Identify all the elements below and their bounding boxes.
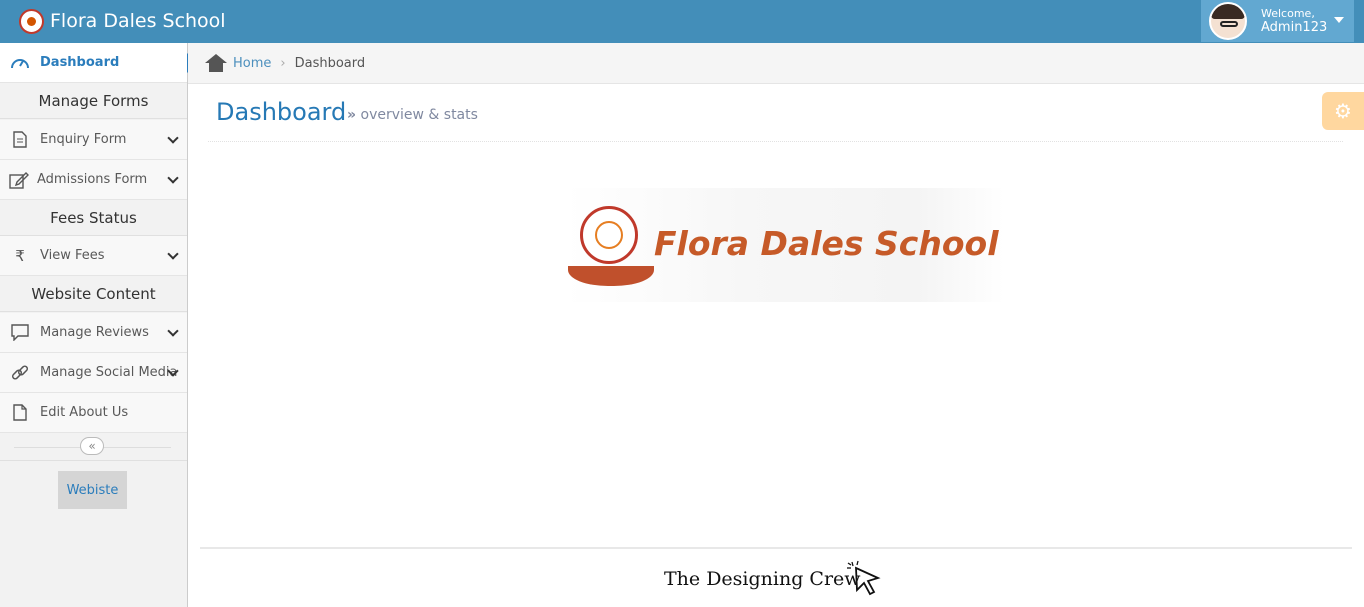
section-website-content: Website Content xyxy=(0,276,187,312)
sidebar-item-admissions-form[interactable]: Admissions Form xyxy=(0,160,187,200)
username: Admin123 xyxy=(1261,20,1328,35)
page-subtitle: » overview & stats xyxy=(347,107,478,123)
file-text-icon xyxy=(0,131,40,148)
breadcrumb-current: Dashboard xyxy=(294,55,366,71)
user-menu[interactable]: Welcome, Admin123 xyxy=(1201,0,1354,42)
footer-brand: The Designing Crew xyxy=(664,568,861,590)
sidebar-item-label: Manage Social Media xyxy=(40,365,178,380)
sidebar-item-label: Manage Reviews xyxy=(40,325,149,340)
breadcrumb-home-link[interactable]: Home xyxy=(233,56,271,71)
sidebar-collapse: « xyxy=(0,434,187,461)
sidebar-item-edit-about-us[interactable]: Edit About Us xyxy=(0,393,187,433)
chevron-down-icon xyxy=(167,325,179,337)
avatar xyxy=(1209,2,1247,40)
sidebar-item-view-fees[interactable]: ₹ View Fees xyxy=(0,236,187,276)
file-icon xyxy=(0,404,40,421)
caret-down-icon xyxy=(1334,17,1344,23)
page-title: Dashboard xyxy=(216,98,347,126)
page-subtitle-text: overview & stats xyxy=(360,107,478,123)
sidebar-item-label: Admissions Form xyxy=(37,172,148,187)
navbar: Flora Dales School Welcome, Admin123 xyxy=(0,0,1364,43)
sidebar: Dashboard Manage Forms Enquiry Form Admi… xyxy=(0,43,197,607)
home-icon xyxy=(205,54,227,72)
school-seal-icon xyxy=(580,206,638,264)
brand-name: Flora Dales School xyxy=(50,10,226,32)
welcome-label: Welcome, xyxy=(1261,7,1315,20)
tachometer-icon xyxy=(0,55,40,71)
sidebar-item-dashboard[interactable]: Dashboard xyxy=(0,43,197,83)
welcome-text: Welcome, Admin123 xyxy=(1261,7,1327,35)
sidebar-item-label: Enquiry Form xyxy=(40,132,127,147)
settings-button[interactable]: ⚙ xyxy=(1322,92,1364,130)
breadcrumb: Home › Dashboard xyxy=(188,43,1364,84)
sidebar-item-manage-reviews[interactable]: Manage Reviews xyxy=(0,313,187,353)
double-angle-right-icon: » xyxy=(347,107,357,123)
section-fees-status: Fees Status xyxy=(0,200,187,236)
rupee-icon: ₹ xyxy=(15,246,25,265)
gear-icon: ⚙ xyxy=(1334,99,1352,123)
edit-icon xyxy=(0,171,37,189)
chevron-down-icon xyxy=(167,132,179,144)
sidebar-item-label: Edit About Us xyxy=(40,405,129,420)
divider xyxy=(208,141,1343,142)
school-banner: Flora Dales School xyxy=(566,188,1004,302)
cursor-click-icon xyxy=(847,560,881,596)
link-icon xyxy=(0,364,40,382)
sidebar-item-label: View Fees xyxy=(40,248,105,263)
sidebar-item-label: Dashboard xyxy=(40,55,120,70)
footer-divider xyxy=(200,547,1352,549)
chevron-down-icon xyxy=(167,172,179,184)
section-manage-forms: Manage Forms xyxy=(0,83,187,119)
school-logo-icon xyxy=(19,8,44,34)
chevron-right-icon: › xyxy=(280,55,286,71)
banner-school-name: Flora Dales School xyxy=(654,224,999,263)
brand-link[interactable]: Flora Dales School xyxy=(19,7,226,35)
sidebar-item-enquiry-form[interactable]: Enquiry Form xyxy=(0,120,187,160)
sidebar-item-manage-social-media[interactable]: Manage Social Media xyxy=(0,353,187,393)
ribbon-decoration xyxy=(568,266,654,286)
website-button[interactable]: Webiste xyxy=(58,471,127,509)
comment-icon xyxy=(0,324,40,341)
double-angle-left-icon[interactable]: « xyxy=(80,437,104,455)
chevron-down-icon xyxy=(167,248,179,260)
